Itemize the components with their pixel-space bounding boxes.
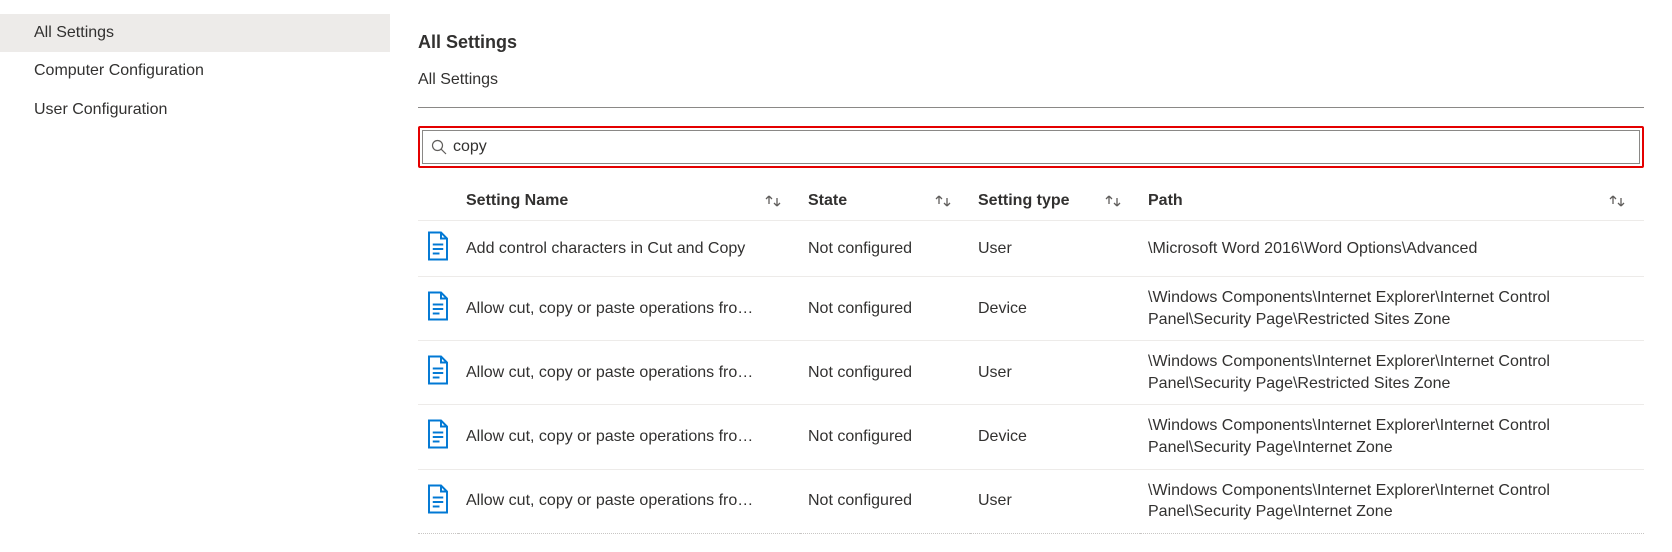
col-header-state-label: State (808, 192, 847, 210)
sort-icon[interactable] (764, 194, 782, 208)
search-box[interactable] (422, 130, 1640, 164)
document-icon (426, 436, 450, 453)
cell-state: Not configured (800, 469, 970, 533)
document-icon (426, 501, 450, 518)
sort-icon[interactable] (934, 194, 952, 208)
cell-type: Device (970, 277, 1140, 341)
col-header-name[interactable]: Setting Name (458, 182, 800, 221)
table-row[interactable]: Allow cut, copy or paste operations fro…… (418, 277, 1644, 341)
cell-type: Device (970, 405, 1140, 469)
breadcrumb[interactable]: All Settings (418, 71, 1644, 108)
document-icon (426, 372, 450, 389)
cell-type: User (970, 221, 1140, 277)
col-header-state[interactable]: State (800, 182, 970, 221)
document-icon (426, 248, 450, 265)
table-row[interactable]: Allow cut, copy or paste operations fro…… (418, 405, 1644, 469)
cell-state: Not configured (800, 221, 970, 277)
layout: All Settings Computer Configuration User… (0, 0, 1672, 552)
sort-icon[interactable] (1608, 194, 1626, 208)
table-body: Add control characters in Cut and Copy N… (418, 221, 1644, 534)
col-header-name-label: Setting Name (466, 192, 568, 210)
cell-type: User (970, 341, 1140, 405)
search-icon (431, 139, 447, 155)
cell-state: Not configured (800, 277, 970, 341)
search-input[interactable] (453, 138, 1631, 156)
table-header-row: Setting Name State (418, 182, 1644, 221)
cell-name: Add control characters in Cut and Copy (458, 221, 800, 277)
sidebar-item-computer-configuration[interactable]: Computer Configuration (0, 52, 390, 90)
col-header-type[interactable]: Setting type (970, 182, 1140, 221)
cell-type: User (970, 469, 1140, 533)
cell-name: Allow cut, copy or paste operations fro… (458, 405, 800, 469)
cell-path: \Windows Components\Internet Explorer\In… (1140, 341, 1644, 405)
page-title: All Settings (418, 32, 1644, 53)
cell-path: \Windows Components\Internet Explorer\In… (1140, 469, 1644, 533)
sidebar-item-user-configuration[interactable]: User Configuration (0, 91, 390, 129)
col-header-type-label: Setting type (978, 192, 1070, 210)
cell-state: Not configured (800, 405, 970, 469)
cell-path: \Windows Components\Internet Explorer\In… (1140, 277, 1644, 341)
table-row[interactable]: Allow cut, copy or paste operations fro…… (418, 469, 1644, 533)
sidebar: All Settings Computer Configuration User… (0, 0, 390, 552)
cell-name: Allow cut, copy or paste operations fro… (458, 341, 800, 405)
col-header-path[interactable]: Path (1140, 182, 1644, 221)
col-header-path-label: Path (1148, 192, 1183, 210)
table-row[interactable]: Add control characters in Cut and Copy N… (418, 221, 1644, 277)
sort-icon[interactable] (1104, 194, 1122, 208)
sidebar-item-all-settings[interactable]: All Settings (0, 14, 390, 52)
document-icon (426, 308, 450, 325)
settings-table: Setting Name State (418, 182, 1644, 534)
cell-name: Allow cut, copy or paste operations fro… (458, 469, 800, 533)
cell-name: Allow cut, copy or paste operations fro… (458, 277, 800, 341)
search-highlight (418, 126, 1644, 168)
main: All Settings All Settings (390, 0, 1672, 552)
cell-path: \Microsoft Word 2016\Word Options\Advanc… (1140, 221, 1644, 277)
cell-path: \Windows Components\Internet Explorer\In… (1140, 405, 1644, 469)
cell-state: Not configured (800, 341, 970, 405)
table-row[interactable]: Allow cut, copy or paste operations fro…… (418, 341, 1644, 405)
